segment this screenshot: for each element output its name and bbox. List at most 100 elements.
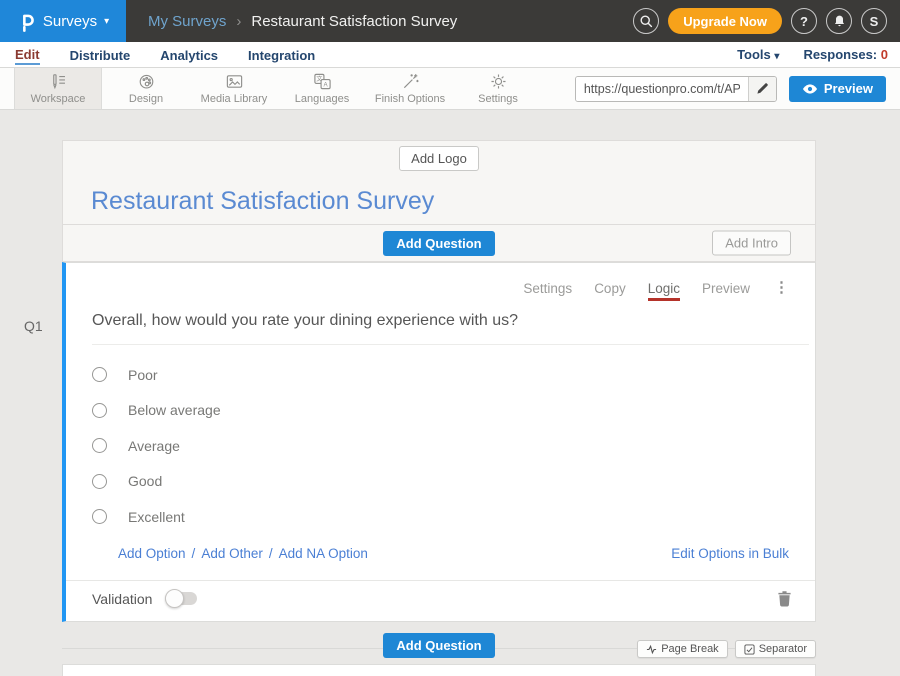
answer-option: Excellent: [92, 499, 815, 535]
add-question-button-top[interactable]: Add Question: [383, 231, 494, 256]
breadcrumb-current-survey: Restaurant Satisfaction Survey: [251, 13, 457, 30]
option-label[interactable]: Excellent: [128, 509, 185, 525]
toolbar-item-finish-options[interactable]: Finish Options: [366, 68, 454, 109]
radio-icon[interactable]: [92, 474, 107, 489]
magic-wand-icon: [401, 72, 420, 91]
add-logo-button[interactable]: Add Logo: [399, 146, 479, 171]
page-break-label: Page Break: [661, 643, 718, 655]
chevron-down-icon: ▾: [774, 51, 779, 62]
question-preview-link[interactable]: Preview: [702, 281, 750, 296]
main-tabs: Edit Distribute Analytics Integration To…: [0, 42, 900, 68]
separator-icon: [744, 644, 755, 655]
question-copy-link[interactable]: Copy: [594, 281, 626, 296]
add-intro-button[interactable]: Add Intro: [712, 231, 791, 256]
toolbar-item-workspace[interactable]: Workspace: [14, 68, 102, 109]
question-card: Settings Copy Logic Preview ⋮ Overall, h…: [62, 262, 816, 622]
topbar: Surveys ▾ My Surveys › Restaurant Satisf…: [0, 0, 900, 42]
tab-integration[interactable]: Integration: [248, 45, 315, 64]
survey-url-group: [575, 76, 777, 102]
responses-counter: Responses: 0: [803, 47, 888, 62]
survey-title[interactable]: Restaurant Satisfaction Survey: [91, 187, 815, 216]
question-logic-link[interactable]: Logic: [648, 281, 680, 301]
search-button[interactable]: [633, 8, 659, 34]
option-actions-row: Add Option / Add Other / Add NA Option E…: [66, 535, 815, 561]
responses-count-value: 0: [881, 47, 888, 62]
tabbar-right: Tools ▾ Responses: 0: [737, 47, 900, 62]
toolbar-item-settings[interactable]: Settings: [454, 68, 542, 109]
separator-button[interactable]: Separator: [735, 640, 816, 658]
delete-question-button[interactable]: [777, 590, 792, 607]
tools-menu[interactable]: Tools ▾: [737, 47, 779, 62]
breadcrumb-my-surveys[interactable]: My Surveys: [148, 13, 226, 30]
toolbar-item-label: Workspace: [31, 93, 86, 105]
toolbar-item-media-library[interactable]: Media Library: [190, 68, 278, 109]
tab-distribute[interactable]: Distribute: [70, 45, 131, 64]
palette-icon: [137, 72, 156, 91]
workspace-toolbar: Workspace Design Media Library 文: [0, 68, 900, 110]
validation-row: Validation: [66, 580, 815, 617]
questionpro-logo-icon: [17, 11, 36, 32]
surveys-product-menu[interactable]: Surveys ▾: [0, 0, 126, 42]
eye-icon: [802, 83, 818, 95]
bell-icon: [833, 14, 846, 28]
option-label[interactable]: Average: [128, 438, 180, 454]
option-label[interactable]: Below average: [128, 402, 221, 418]
question-settings-link[interactable]: Settings: [523, 281, 572, 296]
notifications-button[interactable]: [826, 8, 852, 34]
insert-element-buttons: Page Break Separator: [637, 640, 816, 658]
toolbar-item-design[interactable]: Design: [102, 68, 190, 109]
upgrade-button[interactable]: Upgrade Now: [668, 8, 782, 34]
add-question-row-top: Add Question Add Intro: [62, 224, 816, 262]
preview-button[interactable]: Preview: [789, 76, 886, 102]
validation-label: Validation: [92, 591, 152, 607]
radio-icon[interactable]: [92, 403, 107, 418]
next-section-card: [62, 664, 816, 676]
tab-edit[interactable]: Edit: [15, 44, 40, 65]
question-text[interactable]: Overall, how would you rate your dining …: [66, 301, 815, 344]
radio-icon[interactable]: [92, 438, 107, 453]
add-na-option-link[interactable]: Add NA Option: [279, 546, 368, 561]
edit-url-button[interactable]: [748, 77, 776, 101]
tab-analytics[interactable]: Analytics: [160, 45, 218, 64]
link-separator: /: [192, 546, 196, 561]
question-number: Q1: [24, 318, 43, 334]
answer-option: Average: [92, 428, 815, 464]
toolbar-item-languages[interactable]: 文 A Languages: [278, 68, 366, 109]
option-label[interactable]: Good: [128, 473, 162, 489]
help-button[interactable]: ?: [791, 8, 817, 34]
edit-options-in-bulk-link[interactable]: Edit Options in Bulk: [671, 546, 789, 561]
translate-icon: 文 A: [313, 72, 332, 91]
toolbar-item-label: Design: [129, 93, 163, 105]
option-label[interactable]: Poor: [128, 367, 158, 383]
answer-option: Below average: [92, 393, 815, 429]
link-separator: /: [269, 546, 273, 561]
product-name: Surveys: [43, 13, 97, 30]
kebab-menu-icon[interactable]: ⋮: [774, 281, 789, 295]
search-icon: [639, 14, 653, 28]
toolbar-item-label: Languages: [295, 93, 349, 105]
survey-url-input[interactable]: [576, 77, 748, 101]
toolbar-item-label: Settings: [478, 93, 518, 105]
toolbar-item-label: Media Library: [201, 93, 268, 105]
answer-option: Good: [92, 464, 815, 500]
avatar[interactable]: S: [861, 8, 887, 34]
breadcrumb-separator: ›: [236, 13, 241, 30]
question-menu: Settings Copy Logic Preview ⋮: [66, 263, 815, 301]
add-other-link[interactable]: Add Other: [201, 546, 263, 561]
separator-label: Separator: [759, 643, 807, 655]
survey-editor-canvas: Q1 Add Logo Restaurant Satisfaction Surv…: [0, 110, 900, 676]
validation-toggle[interactable]: [165, 592, 197, 605]
topbar-actions: Upgrade Now ? S: [633, 8, 887, 34]
chevron-down-icon: ▾: [104, 16, 109, 27]
question-mark-icon: ?: [800, 14, 808, 29]
answer-option: Poor: [92, 357, 815, 393]
toolbar-item-label: Finish Options: [375, 93, 445, 105]
radio-icon[interactable]: [92, 509, 107, 524]
add-option-link[interactable]: Add Option: [118, 546, 186, 561]
toggle-knob: [165, 589, 184, 608]
add-question-button-bottom[interactable]: Add Question: [383, 633, 494, 658]
preview-label: Preview: [824, 81, 873, 96]
page-break-button[interactable]: Page Break: [637, 640, 727, 658]
radio-icon[interactable]: [92, 367, 107, 382]
page-break-icon: [646, 644, 657, 655]
